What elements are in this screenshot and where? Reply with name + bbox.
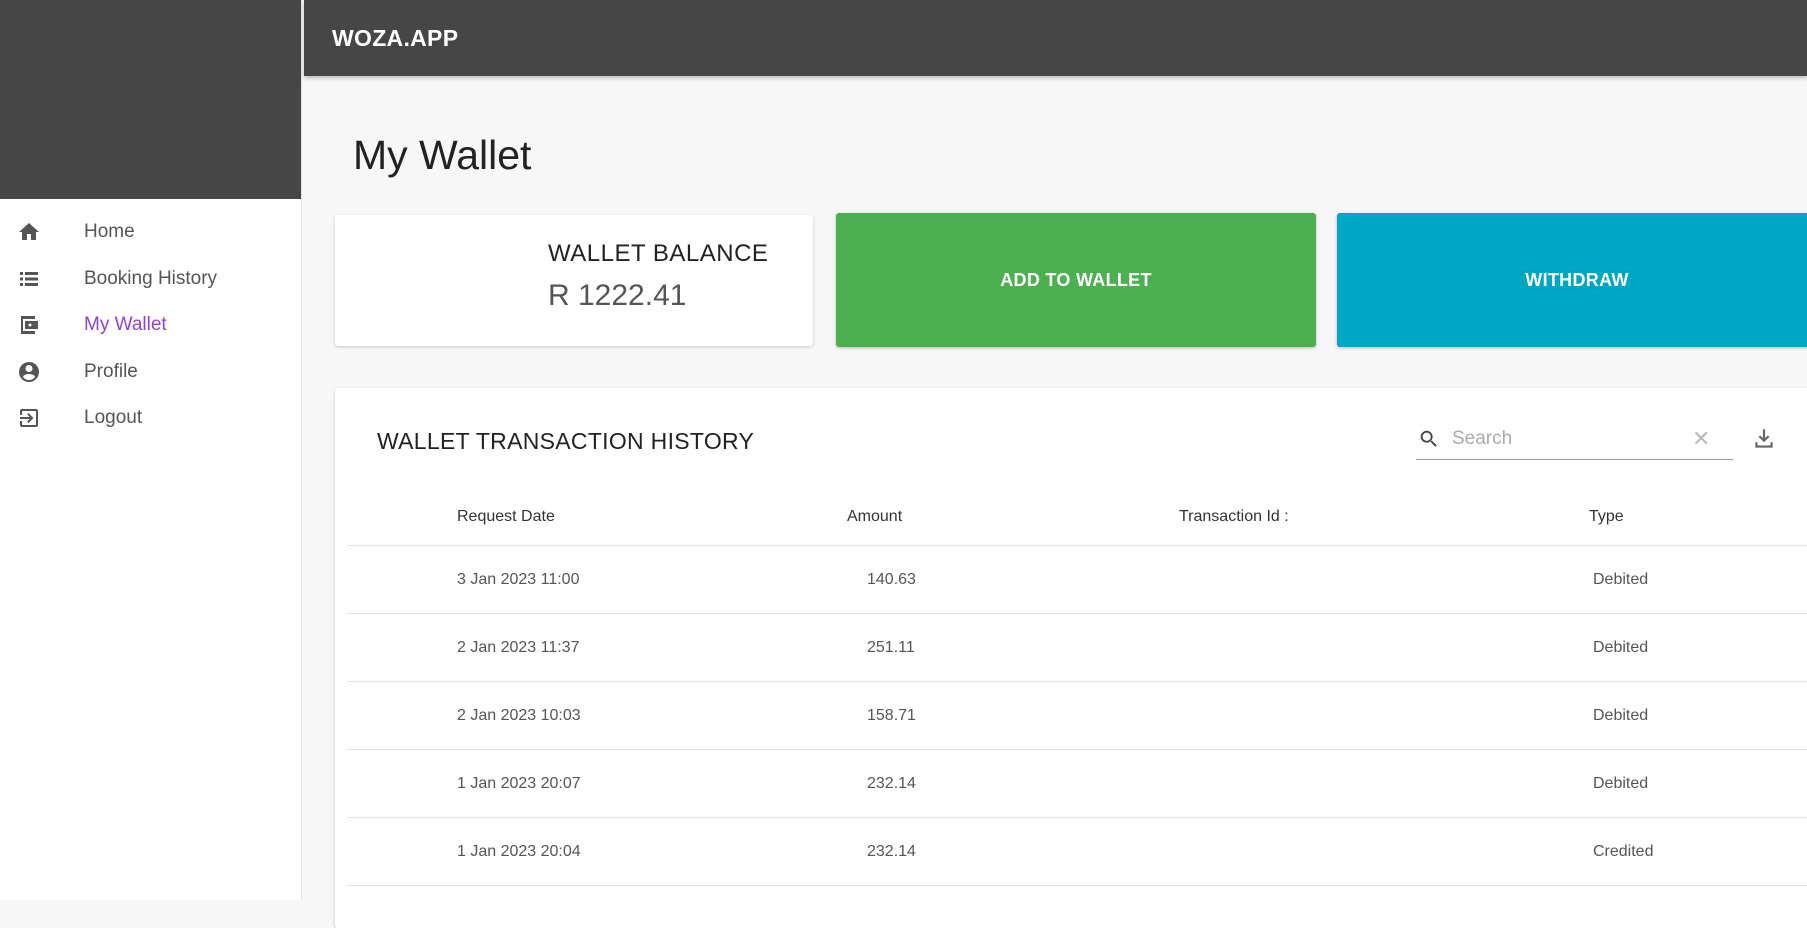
column-header-amount[interactable]: Amount — [847, 488, 1179, 546]
transaction-table: Request Date Amount Transaction Id : Typ… — [347, 488, 1807, 886]
cell-type: Debited — [1589, 613, 1807, 682]
sidebar-item-booking-history[interactable]: Booking History — [0, 256, 301, 303]
column-header-type[interactable]: Type — [1589, 488, 1807, 546]
logout-icon — [16, 405, 42, 431]
search-field: ✕ — [1416, 418, 1733, 460]
account-circle-icon — [16, 359, 42, 385]
brand-title[interactable]: WOZA.APP — [332, 25, 458, 52]
transaction-history-title: WALLET TRANSACTION HISTORY — [377, 428, 755, 454]
column-header-request-date[interactable]: Request Date — [347, 488, 847, 546]
table-row: 1 Jan 2023 20:07 232.14 Debited — [347, 749, 1807, 818]
table-row: 1 Jan 2023 20:04 232.14 Credited — [347, 817, 1807, 886]
page-title: My Wallet — [353, 132, 532, 178]
sidebar-item-label: Booking History — [84, 267, 218, 289]
cell-type: Debited — [1589, 681, 1807, 750]
cell-type: Debited — [1589, 749, 1807, 818]
download-icon[interactable] — [1751, 426, 1777, 452]
transaction-history-card: WALLET TRANSACTION HISTORY ✕ Request Dat… — [335, 388, 1807, 928]
wallet-balance-value: R 1222.41 — [548, 279, 687, 312]
sidebar-item-label: Profile — [84, 360, 138, 382]
cell-amount: 251.11 — [847, 613, 1179, 682]
sidebar-item-label: Home — [84, 221, 135, 243]
sidebar: Home Booking History My Wallet Profile L… — [0, 0, 302, 900]
clear-search-icon[interactable]: ✕ — [1692, 426, 1710, 452]
sidebar-item-logout[interactable]: Logout — [0, 395, 301, 442]
sidebar-item-label: Logout — [84, 407, 143, 429]
wallet-balance-title: WALLET BALANCE — [548, 240, 769, 267]
add-to-wallet-button[interactable]: ADD TO WALLET — [836, 213, 1316, 347]
column-header-transaction-id[interactable]: Transaction Id : — [1179, 488, 1589, 546]
list-icon — [16, 266, 42, 292]
cell-request-date: 3 Jan 2023 11:00 — [347, 545, 847, 614]
withdraw-button[interactable]: WITHDRAW — [1337, 213, 1807, 347]
cell-request-date: 1 Jan 2023 20:04 — [347, 817, 847, 886]
cell-transaction-id — [1179, 681, 1589, 750]
cell-transaction-id — [1179, 545, 1589, 614]
sidebar-item-home[interactable]: Home — [0, 209, 301, 256]
cell-amount: 232.14 — [847, 817, 1179, 886]
cell-amount: 232.14 — [847, 749, 1179, 818]
cell-transaction-id — [1179, 613, 1589, 682]
cell-amount: 158.71 — [847, 681, 1179, 750]
cell-transaction-id — [1179, 817, 1589, 886]
table-row: 2 Jan 2023 11:37 251.11 Debited — [347, 613, 1807, 682]
table-header-row: Request Date Amount Transaction Id : Typ… — [347, 488, 1807, 546]
sidebar-nav: Home Booking History My Wallet Profile L… — [0, 199, 301, 442]
sidebar-item-label: My Wallet — [84, 314, 167, 336]
table-row: 3 Jan 2023 11:00 140.63 Debited — [347, 545, 1807, 614]
cell-request-date: 2 Jan 2023 11:37 — [347, 613, 847, 682]
sidebar-item-my-wallet[interactable]: My Wallet — [0, 302, 301, 349]
sidebar-header — [0, 0, 301, 199]
cell-request-date: 1 Jan 2023 20:07 — [347, 749, 847, 818]
wallet-balance-card: WALLET BALANCE R 1222.41 — [335, 215, 813, 346]
sidebar-item-profile[interactable]: Profile — [0, 349, 301, 396]
search-icon — [1420, 430, 1437, 447]
table-row: 2 Jan 2023 10:03 158.71 Debited — [347, 681, 1807, 750]
home-icon — [16, 219, 42, 245]
cell-amount: 140.63 — [847, 545, 1179, 614]
wallet-icon — [16, 312, 42, 338]
search-input[interactable] — [1450, 426, 1684, 451]
cell-transaction-id — [1179, 749, 1589, 818]
top-app-bar: WOZA.APP — [304, 0, 1807, 76]
cell-request-date: 2 Jan 2023 10:03 — [347, 681, 847, 750]
cell-type: Credited — [1589, 817, 1807, 886]
cell-type: Debited — [1589, 545, 1807, 614]
